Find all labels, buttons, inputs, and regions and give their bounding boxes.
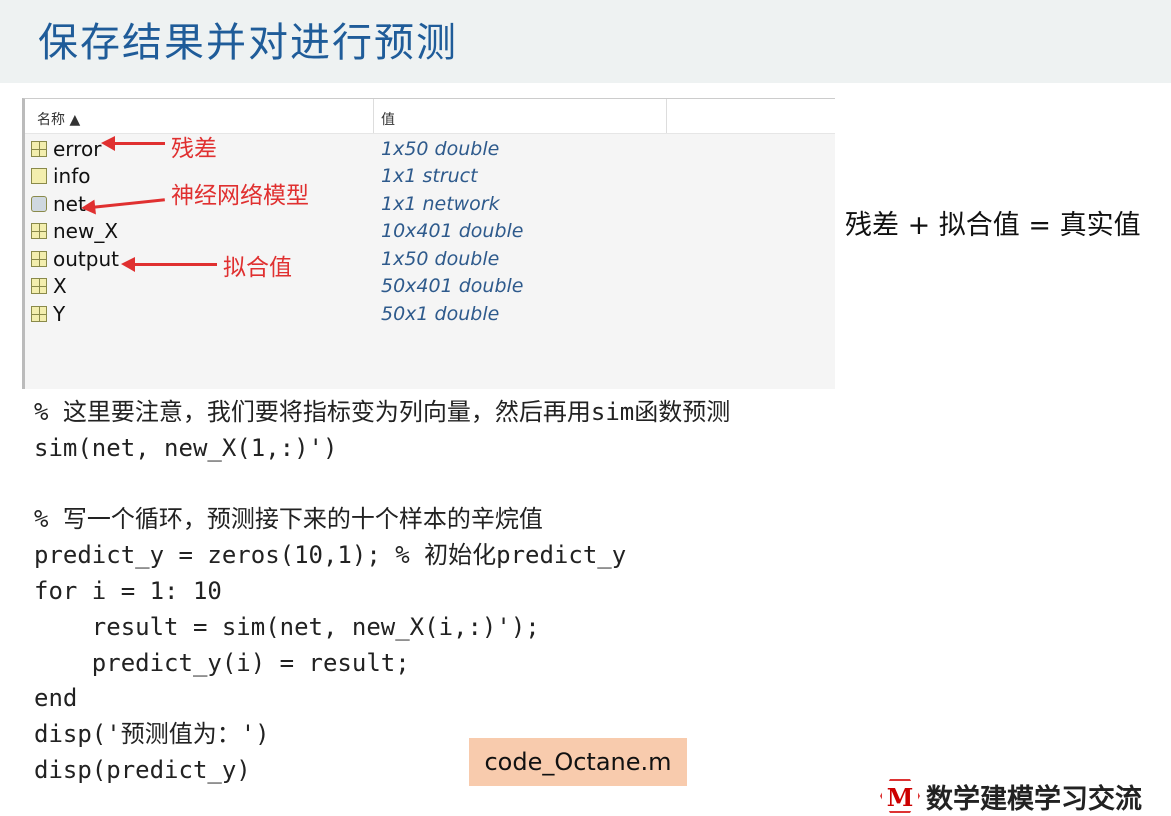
variable-name: output xyxy=(53,247,119,271)
variable-value: 1x50 double xyxy=(381,248,500,270)
logo-m-icon: M xyxy=(880,779,920,813)
matrix-icon xyxy=(31,141,47,157)
variable-name: Y xyxy=(53,302,66,326)
variable-row-info[interactable]: info 1x1 struct xyxy=(25,163,835,190)
workspace-header: 名称 ▲ 值 xyxy=(25,99,835,134)
variable-row-y[interactable]: Y 50x1 double xyxy=(25,301,835,328)
variable-value: 10x401 double xyxy=(381,220,524,242)
matrix-icon xyxy=(31,306,47,322)
variable-row-new-x[interactable]: new_X 10x401 double xyxy=(25,218,835,245)
variable-value: 50x401 double xyxy=(381,275,524,297)
annotation-network-model: 神经网络模型 xyxy=(171,183,309,209)
network-icon xyxy=(31,196,47,212)
workspace-panel: 名称 ▲ 值 error 1x50 double info 1x1 struct n… xyxy=(22,98,835,389)
logo-text: 数学建模学习交流 xyxy=(926,783,1142,815)
arrow-icon xyxy=(121,257,217,272)
variable-value: 1x1 struct xyxy=(381,165,478,187)
title-bar: 保存结果并对进行预测 xyxy=(0,0,1171,83)
arrow-icon xyxy=(101,136,165,151)
variable-row-error[interactable]: error 1x50 double xyxy=(25,136,835,163)
code-block: % 这里要注意，我们要将指标变为列向量，然后再用sim函数预测 sim(net,… xyxy=(34,398,731,784)
column-header-name[interactable]: 名称 ▲ xyxy=(37,109,80,129)
variable-value: 1x1 network xyxy=(381,193,500,215)
variable-name: new_X xyxy=(53,219,119,243)
variable-name: X xyxy=(53,274,67,298)
equation-text: 残差 + 拟合值 = 真实值 xyxy=(845,210,1141,241)
column-header-value[interactable]: 值 xyxy=(381,109,395,129)
variable-value: 50x1 double xyxy=(381,303,500,325)
struct-icon xyxy=(31,168,47,184)
variable-row-output[interactable]: output 1x50 double xyxy=(25,246,835,273)
annotation-fitted-value: 拟合值 xyxy=(223,255,292,281)
variable-row-net[interactable]: net 1x1 network xyxy=(25,191,835,218)
variable-name: error xyxy=(53,137,102,161)
matrix-icon xyxy=(31,278,47,294)
column-divider[interactable] xyxy=(666,99,667,133)
column-divider[interactable] xyxy=(373,99,374,133)
matrix-icon xyxy=(31,223,47,239)
variable-value: 1x50 double xyxy=(381,138,500,160)
variable-row-x[interactable]: X 50x401 double xyxy=(25,273,835,300)
annotation-residual: 残差 xyxy=(171,136,217,162)
logo: M 数学建模学习交流 xyxy=(880,776,1142,816)
variable-name: info xyxy=(53,164,91,188)
matrix-icon xyxy=(31,251,47,267)
file-label: code_Octane.m xyxy=(469,738,687,786)
page-title: 保存结果并对进行预测 xyxy=(38,20,458,66)
